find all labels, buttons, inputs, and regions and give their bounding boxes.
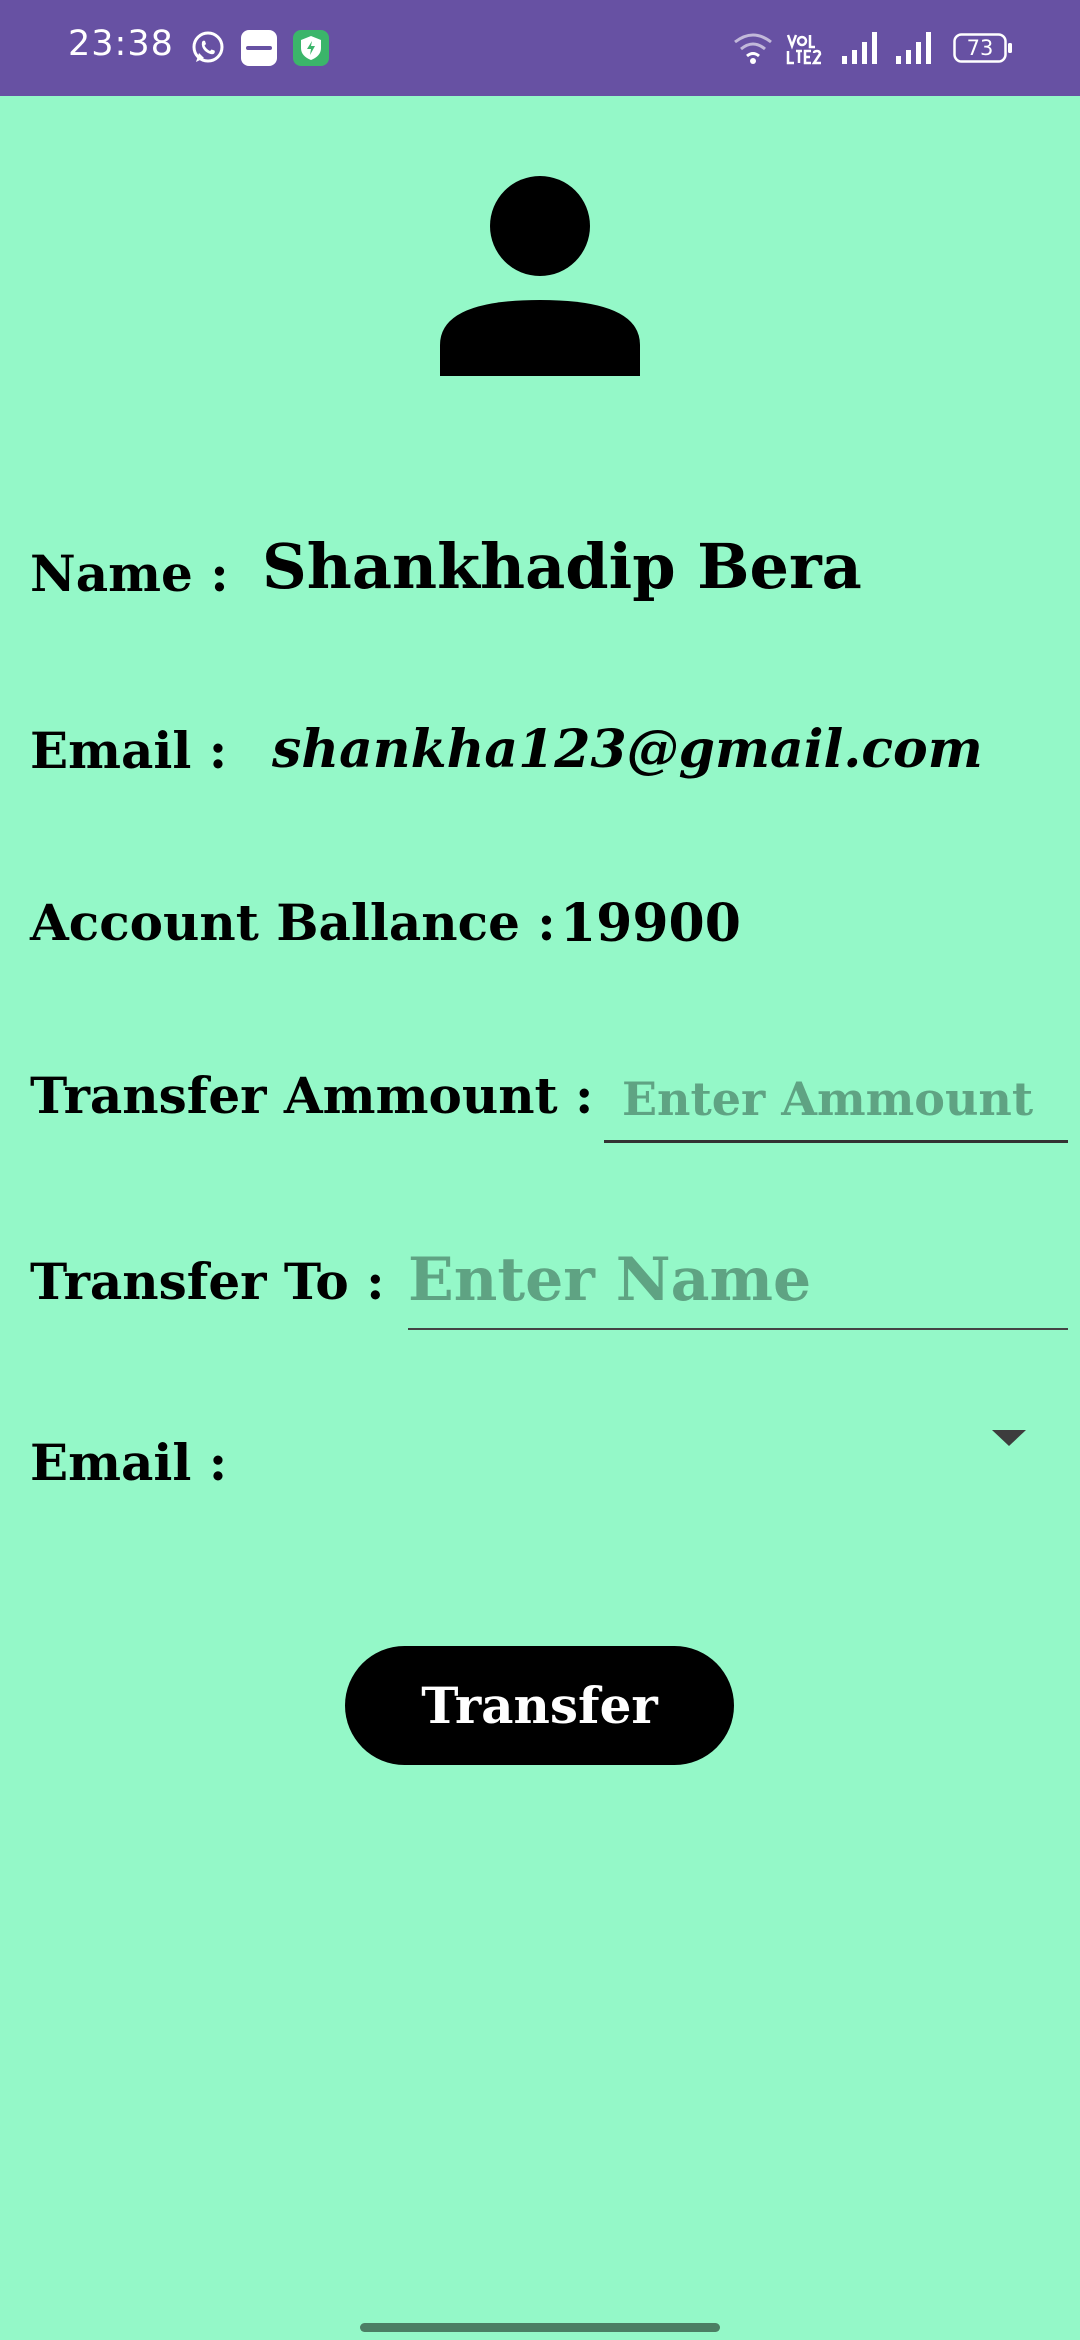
transfer-to-label: Transfer To : (30, 1252, 385, 1311)
amount-input[interactable] (604, 1058, 1068, 1143)
volte-icon (786, 32, 824, 66)
avatar (440, 175, 640, 376)
balance-label: Account Ballance : (30, 893, 556, 952)
gesture-nav-handle[interactable] (360, 2323, 720, 2332)
chevron-down-icon[interactable] (992, 1430, 1026, 1446)
email-label: Email : (30, 721, 228, 780)
zomato-icon (241, 30, 277, 66)
amount-label: Transfer Ammount : (30, 1066, 594, 1125)
battery-icon: 73 (953, 33, 1013, 63)
recipient-email-label: Email : (30, 1433, 228, 1492)
status-bar: 23:38 73 (0, 0, 1080, 96)
whatsapp-icon (190, 30, 226, 66)
recipient-email-dropdown[interactable] (220, 1400, 1050, 1490)
wifi-icon (733, 30, 773, 70)
transfer-button[interactable]: Transfer (345, 1646, 734, 1765)
balance-value: 19900 (560, 893, 741, 954)
name-label: Name : (30, 544, 229, 603)
name-value: Shankhadip Bera (262, 530, 862, 603)
email-value: shankha123@gmail.com (272, 719, 983, 780)
signal-icon (894, 30, 934, 70)
signal-icon (840, 30, 880, 70)
person-icon (440, 176, 640, 376)
status-time: 23:38 (68, 24, 174, 64)
shield-app-icon (293, 30, 329, 66)
recipient-name-input[interactable] (408, 1232, 1068, 1330)
battery-level: 73 (966, 36, 994, 60)
